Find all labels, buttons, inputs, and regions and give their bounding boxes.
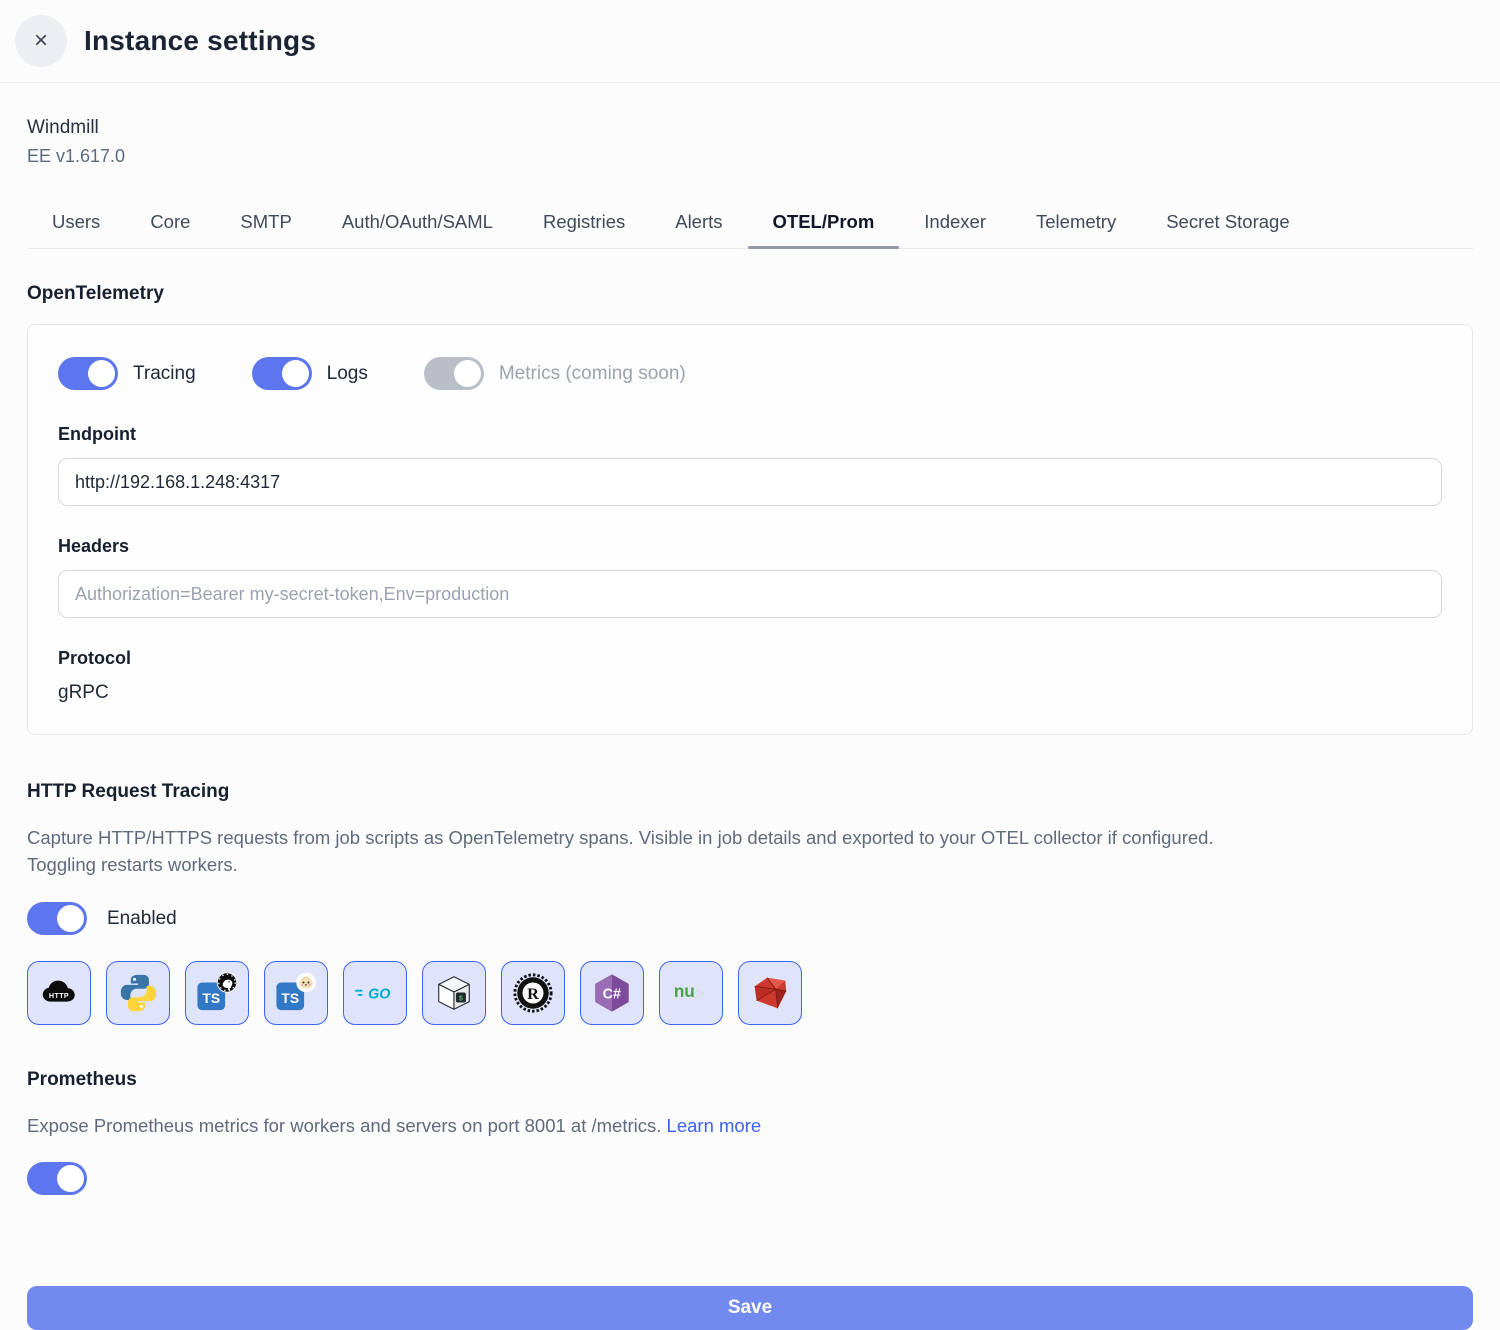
toggle-knob — [282, 360, 309, 387]
http-icon: HTTP — [38, 972, 80, 1014]
app-version: EE v1.617.0 — [27, 146, 1473, 167]
lang-deno-button[interactable]: TS — [185, 961, 249, 1025]
description-line-1: Capture HTTP/HTTPS requests from job scr… — [27, 824, 1473, 851]
svg-text:GO: GO — [368, 987, 390, 1003]
headers-label: Headers — [58, 536, 1442, 557]
metrics-toggle — [424, 357, 484, 390]
lang-ruby-button[interactable] — [738, 961, 802, 1025]
description-line-2: Toggling restarts workers. — [27, 851, 1473, 878]
http-tracing-enabled-row: Enabled — [27, 902, 1473, 935]
ruby-icon — [749, 972, 791, 1014]
csharp-icon: C# — [591, 972, 633, 1014]
lang-bun-button[interactable]: TS — [264, 961, 328, 1025]
settings-tabs: Users Core SMTP Auth/OAuth/SAML Registri… — [27, 211, 1473, 249]
tab-alerts[interactable]: Alerts — [650, 211, 747, 248]
http-tracing-enabled-toggle[interactable] — [27, 902, 87, 935]
bun-typescript-icon: TS — [275, 972, 317, 1014]
svg-text:R: R — [527, 985, 539, 1003]
bash-icon: $ — [433, 972, 475, 1014]
logs-toggle-group: Logs — [252, 357, 368, 390]
lang-http-button[interactable]: HTTP — [27, 961, 91, 1025]
tab-core[interactable]: Core — [125, 211, 215, 248]
rust-icon: R — [512, 972, 554, 1014]
tab-telemetry[interactable]: Telemetry — [1011, 211, 1141, 248]
tab-auth-oauth-saml[interactable]: Auth/OAuth/SAML — [317, 211, 518, 248]
lang-python-button[interactable] — [106, 961, 170, 1025]
endpoint-input[interactable] — [58, 458, 1442, 506]
endpoint-label: Endpoint — [58, 424, 1442, 445]
save-button[interactable]: Save — [27, 1286, 1473, 1330]
protocol-value: gRPC — [58, 682, 1442, 704]
tracing-toggle[interactable] — [58, 357, 118, 390]
lang-nushell-button[interactable]: nu > — [659, 961, 723, 1025]
go-icon: GO — [354, 972, 396, 1014]
lang-bash-button[interactable]: $ — [422, 961, 486, 1025]
close-icon: × — [34, 29, 48, 53]
learn-more-link[interactable]: Learn more — [667, 1115, 762, 1136]
tab-users[interactable]: Users — [27, 211, 125, 248]
lang-csharp-button[interactable]: C# — [580, 961, 644, 1025]
svg-text:HTTP: HTTP — [49, 992, 69, 1000]
modal-header: × Instance settings — [0, 0, 1500, 83]
svg-text:C#: C# — [603, 987, 621, 1003]
close-button[interactable]: × — [15, 15, 67, 67]
logs-toggle[interactable] — [252, 357, 312, 390]
prometheus-toggle-row — [27, 1162, 1473, 1200]
toggle-knob — [57, 905, 84, 932]
svg-text:TS: TS — [202, 990, 220, 1006]
svg-text:nu: nu — [674, 981, 695, 1001]
protocol-group: Protocol gRPC — [58, 648, 1442, 704]
metrics-toggle-group: Metrics (coming soon) — [424, 357, 686, 390]
prometheus-heading: Prometheus — [27, 1069, 1473, 1091]
tab-otel-prom[interactable]: OTEL/Prom — [748, 211, 900, 248]
opentelemetry-card: Tracing Logs Metrics (coming soon) Endpo… — [27, 324, 1473, 735]
lang-go-button[interactable]: GO — [343, 961, 407, 1025]
svg-text:TS: TS — [281, 990, 299, 1006]
http-tracing-enabled-label: Enabled — [107, 908, 177, 930]
prometheus-description-text: Expose Prometheus metrics for workers an… — [27, 1115, 661, 1136]
toggle-knob — [57, 1165, 84, 1192]
svg-text:>: > — [695, 984, 705, 1004]
prometheus-description: Expose Prometheus metrics for workers an… — [27, 1112, 1473, 1139]
nushell-icon: nu > — [670, 972, 712, 1014]
prometheus-toggle[interactable] — [27, 1162, 87, 1195]
lang-rust-button[interactable]: R — [501, 961, 565, 1025]
metrics-toggle-label: Metrics (coming soon) — [499, 363, 686, 385]
http-request-tracing-heading: HTTP Request Tracing — [27, 781, 1473, 803]
http-request-tracing-description: Capture HTTP/HTTPS requests from job scr… — [27, 824, 1473, 878]
toggle-knob — [454, 360, 481, 387]
tab-indexer[interactable]: Indexer — [899, 211, 1011, 248]
endpoint-field-group: Endpoint — [58, 424, 1442, 506]
tab-smtp[interactable]: SMTP — [215, 211, 316, 248]
tab-secret-storage[interactable]: Secret Storage — [1141, 211, 1314, 248]
python-icon — [117, 972, 159, 1014]
app-info: Windmill EE v1.617.0 — [27, 117, 1473, 167]
opentelemetry-heading: OpenTelemetry — [27, 283, 1473, 305]
protocol-label: Protocol — [58, 648, 1442, 669]
page-title: Instance settings — [84, 25, 316, 57]
tracing-toggle-label: Tracing — [133, 363, 196, 385]
deno-typescript-icon: TS — [196, 972, 238, 1014]
tracing-toggle-group: Tracing — [58, 357, 196, 390]
settings-content: Windmill EE v1.617.0 Users Core SMTP Aut… — [0, 117, 1500, 1330]
logs-toggle-label: Logs — [327, 363, 368, 385]
app-name: Windmill — [27, 117, 1473, 139]
otel-toggle-row: Tracing Logs Metrics (coming soon) — [58, 357, 1442, 390]
toggle-knob — [88, 360, 115, 387]
headers-input[interactable] — [58, 570, 1442, 618]
svg-text:$: $ — [459, 994, 463, 1002]
language-icon-row: HTTP TS — [27, 961, 1473, 1025]
tab-registries[interactable]: Registries — [518, 211, 650, 248]
headers-field-group: Headers — [58, 536, 1442, 618]
